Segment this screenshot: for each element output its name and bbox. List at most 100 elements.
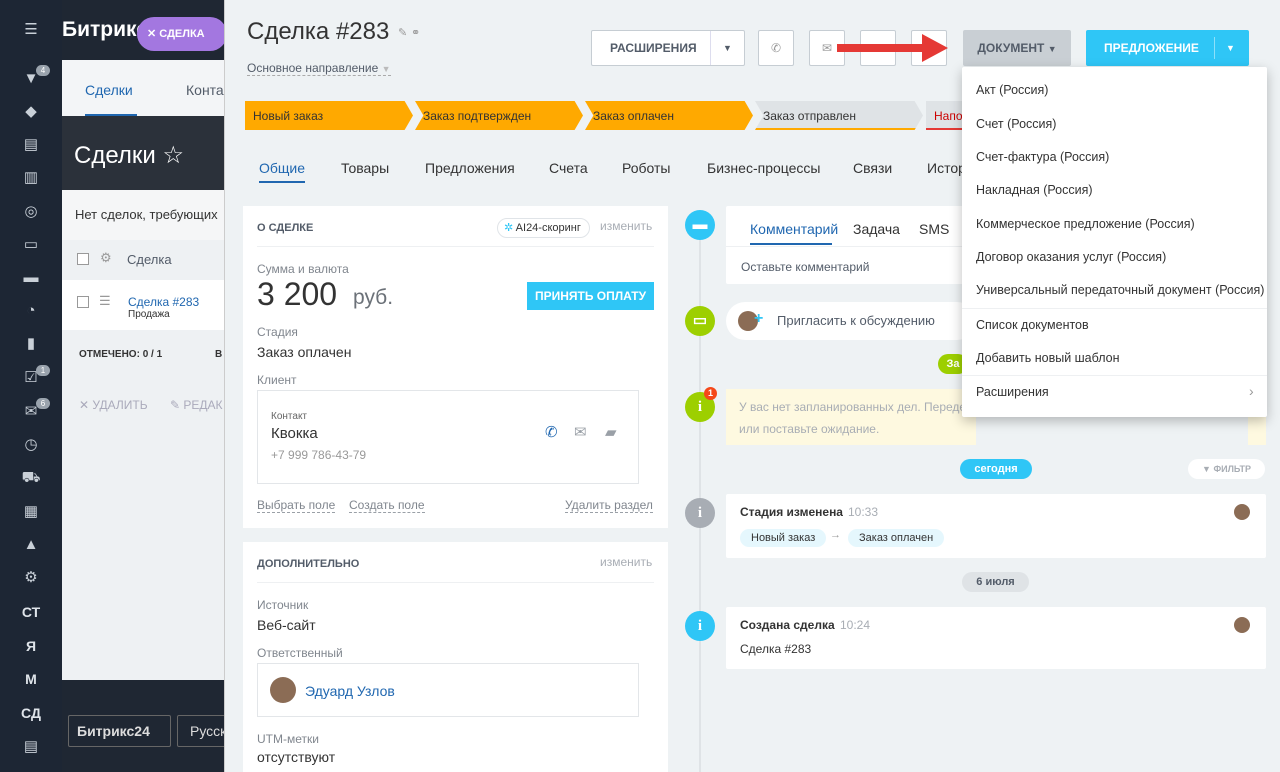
cart-icon[interactable]: ⛟ <box>21 468 41 488</box>
stage-paid[interactable]: Заказ оплачен <box>585 101 753 130</box>
about-change[interactable]: изменить <box>600 219 652 233</box>
offer-button[interactable]: ПРЕДЛОЖЕНИЕ ▼ <box>1086 30 1249 66</box>
stage-confirmed[interactable]: Заказ подтвержден <box>415 101 583 130</box>
responsible-name[interactable]: Эдуард Узлов <box>305 683 395 699</box>
tab-sms[interactable]: SMS <box>919 221 949 237</box>
extensions-button[interactable]: РАСШИРЕНИЯ ▼ <box>591 30 745 66</box>
accept-payment-button[interactable]: ПРИНЯТЬ ОПЛАТУ <box>527 282 654 310</box>
tab-offers[interactable]: Предложения <box>425 160 515 176</box>
menu-icon[interactable]: ☰ <box>99 293 111 309</box>
tab-robots[interactable]: Роботы <box>622 160 670 176</box>
bg-grid: ⚙ Сделка ☰ Сделка #283 Продажа ОТМЕЧЕНО:… <box>62 240 224 680</box>
invite-label: Пригласить к обсуждению <box>777 313 935 328</box>
menu-item-tax-invoice[interactable]: Счет-фактура (Россия) <box>976 150 1109 164</box>
tab-bizproc[interactable]: Бизнес-процессы <box>707 160 820 176</box>
pick-field-link[interactable]: Выбрать поле <box>257 498 336 513</box>
sidebar-item-ya[interactable]: Я <box>0 638 62 654</box>
deal-chip[interactable]: ✕ СДЕЛКА <box>137 17 227 51</box>
delete-button[interactable]: ✕ УДАЛИТЬ <box>79 398 148 412</box>
gear-icon[interactable]: ⚙ <box>100 250 112 266</box>
menu-item-invoice[interactable]: Счет (Россия) <box>976 117 1056 131</box>
tab-task[interactable]: Задача <box>853 221 900 237</box>
create-field-link[interactable]: Создать поле <box>349 498 425 513</box>
tab-links[interactable]: Связи <box>853 160 892 176</box>
menu-item-service-contract[interactable]: Договор оказания услуг (Россия) <box>976 250 1166 264</box>
menu-item-extensions[interactable]: Расширения <box>976 385 1049 399</box>
stage-shipped[interactable]: Заказ отправлен <box>755 101 923 130</box>
contact-name[interactable]: Квокка <box>271 425 318 442</box>
document-button[interactable]: ДОКУМЕНТ ▼ <box>963 30 1071 66</box>
document-icon[interactable]: ▤ <box>21 737 41 757</box>
tab-invoices[interactable]: Счета <box>549 160 588 176</box>
settings-icon[interactable]: ⚙ <box>21 568 41 588</box>
menu-icon[interactable]: ☰ <box>21 20 41 40</box>
offer-label: ПРЕДЛОЖЕНИЕ <box>1104 41 1199 55</box>
table-row: ☰ Сделка #283 Продажа <box>62 280 224 330</box>
scoring-badge[interactable]: ✲ AI24-скоринг <box>497 218 590 238</box>
filter-button[interactable]: ▼ ФИЛЬТР <box>1188 459 1265 479</box>
menu-item-upd[interactable]: Универсальный передаточный документ (Рос… <box>976 283 1264 297</box>
direction-select[interactable]: Основное направление ▼ <box>247 61 391 76</box>
tab-products[interactable]: Товары <box>341 160 389 176</box>
bg-tabs: Сделки Конта <box>62 60 224 116</box>
window-icon[interactable]: ▭ <box>21 235 41 255</box>
deal-number: #283 <box>335 18 390 45</box>
tasks-icon[interactable]: ▤ <box>21 135 41 155</box>
tab-general[interactable]: Общие <box>259 160 305 176</box>
bg-header: Битрикс ✕ СДЕЛКА <box>62 0 227 60</box>
menu-item-commercial-offer[interactable]: Коммерческое предложение (Россия) <box>976 217 1195 231</box>
link-icon[interactable]: ⚭ <box>411 26 420 39</box>
red-arrow-shaft <box>837 44 925 52</box>
stage-new-order[interactable]: Новый заказ <box>245 101 413 130</box>
warning-line1: У вас нет запланированных дел. Переде <box>739 400 967 414</box>
phone-icon[interactable]: ✆ <box>545 423 558 441</box>
bitrix-footer-button[interactable]: Битрикс24 <box>68 715 171 747</box>
menu-item-act[interactable]: Акт (Россия) <box>976 83 1048 97</box>
sidebar-item-m[interactable]: М <box>0 671 62 687</box>
checkbox[interactable] <box>77 296 89 308</box>
time-icon[interactable]: ◷ <box>21 435 41 455</box>
store-icon[interactable]: ▲ <box>21 535 41 555</box>
edit-button[interactable]: ✎ РЕДАК <box>170 398 223 412</box>
comment-input[interactable]: Оставьте комментарий <box>741 260 869 274</box>
robot-icon[interactable]: ◆ <box>21 102 41 122</box>
bg-tab-deals[interactable]: Сделки <box>85 82 133 98</box>
today-pill: сегодня <box>960 459 1032 479</box>
stats-icon[interactable]: ▮ <box>21 334 41 354</box>
sidebar-item-st[interactable]: СТ <box>0 604 62 620</box>
target-icon[interactable]: ◎ <box>21 202 41 222</box>
about-title: О СДЕЛКЕ <box>257 222 314 234</box>
extra-change[interactable]: изменить <box>600 555 652 569</box>
phone-icon[interactable]: ✆ <box>758 30 794 66</box>
date-pill: 6 июля <box>962 572 1029 592</box>
book-icon[interactable]: ▥ <box>21 168 41 188</box>
checkbox[interactable] <box>77 253 89 265</box>
invite-box[interactable]: + Пригласить к обсуждению <box>726 302 976 340</box>
chat-icon[interactable]: ▰ <box>605 423 617 441</box>
menu-item-add-template[interactable]: Добавить новый шаблон <box>976 351 1120 365</box>
row-sub: Продажа <box>128 309 170 320</box>
menu-item-doc-list[interactable]: Список документов <box>976 318 1089 332</box>
menu-item-waybill[interactable]: Накладная (Россия) <box>976 183 1093 197</box>
divider <box>1214 37 1215 59</box>
sidebar-item-sd[interactable]: СД <box>0 705 62 721</box>
avatar <box>1234 617 1250 633</box>
delete-section-link[interactable]: Удалить раздел <box>565 498 653 513</box>
star-icon[interactable]: ☆ <box>162 142 184 169</box>
row-deal-link[interactable]: Сделка #283 <box>128 295 199 309</box>
divider <box>257 582 654 583</box>
edit-title-icon[interactable]: ✎ <box>398 26 407 39</box>
bg-tab-contacts[interactable]: Конта <box>186 82 224 98</box>
tab-comment[interactable]: Комментарий <box>750 221 838 237</box>
drive-icon[interactable]: ▬ <box>21 268 41 288</box>
chevron-right-icon: › <box>1249 383 1254 399</box>
close-icon[interactable]: ✕ <box>147 28 159 40</box>
contact-label: Контакт <box>271 411 308 422</box>
mail-icon[interactable]: ✉ <box>574 423 587 441</box>
deal-title-text: Сделка <box>247 18 330 45</box>
stage-failed[interactable]: Напо <box>926 101 966 130</box>
apps-icon[interactable]: ▦ <box>21 502 41 522</box>
tab-history[interactable]: Истор <box>927 160 966 176</box>
source-label: Источник <box>257 598 309 612</box>
clock-icon[interactable]: ◔ <box>21 301 41 321</box>
